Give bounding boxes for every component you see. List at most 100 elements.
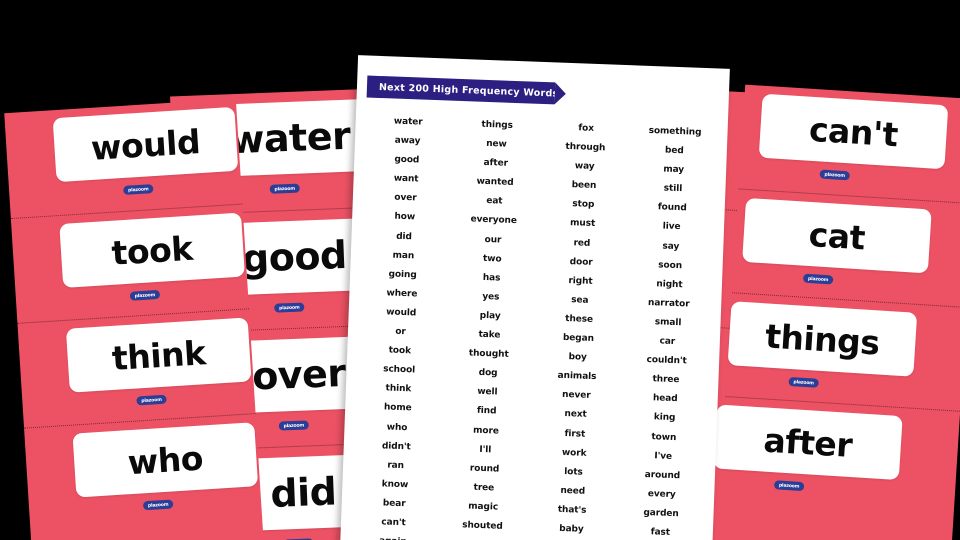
card-slot[interactable]: after plazoom [713,396,960,515]
word-item: wanted [476,176,514,189]
word-item: home [383,402,412,414]
word-item: these [565,313,594,325]
flashcard-word: cat [807,214,867,257]
word-item: car [659,336,676,348]
flashcard[interactable]: after [713,404,903,481]
word-item: red [573,237,591,249]
word-item: did [395,231,413,242]
plazoom-logo-text: plazoom [141,396,162,404]
word-item: boy [568,352,587,363]
word-item: something [648,125,702,138]
word-item: again [379,532,407,540]
flashcard[interactable]: cat [742,197,932,274]
plazoom-logo: plazoom [123,184,154,195]
flashcard[interactable]: can't [758,93,949,170]
word-item: work [561,447,587,459]
plazoom-logo-text: plazoom [283,422,305,429]
plazoom-logo: plazoom [819,169,850,181]
plazoom-logo: plazoom [142,499,174,511]
card-slot[interactable]: can't plazoom [739,85,960,204]
word-item: school [382,364,416,376]
flashcard-word: would [89,121,202,168]
word-item: shouted [462,520,503,532]
flashcard-word: took [110,228,194,273]
word-item: bed [664,145,684,157]
word-item: found [657,202,687,214]
flashcard[interactable]: who [72,422,259,498]
word-item: good [394,154,420,166]
card-slot[interactable]: would plazoom [4,99,242,218]
card-slot[interactable]: things plazoom [725,292,960,411]
word-item: man [392,250,415,262]
word-item: narrator [647,297,690,310]
word-item: first [564,428,586,440]
word-item: around [644,469,681,481]
word-item: king [653,412,676,424]
word-item: small [654,317,682,329]
flashcard[interactable]: things [727,301,918,377]
word-item: play [479,310,501,322]
flashcard-word: can't [808,109,899,154]
word-item: door [569,256,593,268]
flashcard[interactable]: would [52,106,239,183]
flashcard-sheet-left-front[interactable]: would plazoom took plazoom think plazoom… [4,98,265,540]
flashcard-word: water [228,113,352,163]
word-column-1: water away good want over how did man going where… [347,111,453,540]
sheet-inner: would plazoom took plazoom think plazoom… [4,99,264,540]
word-item: would [386,307,417,319]
word-item: that's [557,504,587,516]
word-item: tree [473,482,495,494]
word-item: still [663,183,683,195]
word-list-sheet[interactable]: Next 200 High Frequency Words water away g… [339,55,730,540]
flashcard-word: over [251,350,347,399]
word-item: live [662,221,681,233]
word-item: need [560,485,586,497]
word-item: never [561,390,591,402]
flashcard-word: who [126,438,205,482]
word-column-3: fox through way been stop must red door right sea… [524,118,630,540]
word-item: going [388,269,417,281]
flashcard-sheet-right-front[interactable]: can't plazoom cat plazoom things plazoom… [713,84,960,540]
word-item: yes [482,291,500,303]
plazoom-logo: plazoom [269,183,300,194]
word-item: can't [381,517,406,529]
card-slot[interactable]: think plazoom [17,308,256,428]
word-item: who [386,421,408,433]
flashcard[interactable]: took [59,212,245,288]
word-item: our [484,234,502,246]
word-item: away [394,135,421,147]
word-item: magic [468,501,499,513]
word-item: didn't [381,440,411,452]
word-column-4: something bed may still found live say soon nigh… [613,121,719,540]
card-slot[interactable]: took plazoom [10,203,249,323]
word-item: way [574,161,595,173]
word-item: after [483,158,509,169]
word-item: lots [564,466,583,478]
word-item: take [478,329,501,341]
word-item: more [472,425,499,437]
flashcard[interactable]: think [65,317,252,393]
word-list-banner: Next 200 High Frequency Words [366,75,559,105]
word-item: right [568,275,593,287]
card-slot[interactable]: who plazoom [24,413,263,533]
word-item: baby [559,523,584,535]
word-item: must [569,218,596,230]
card-slot[interactable]: cat plazoom [732,188,960,307]
word-item: things [481,119,514,131]
plazoom-logo-text: plazoom [778,482,800,490]
word-columns: water away good want over how did man going where… [347,111,720,540]
plazoom-logo: plazoom [136,394,167,406]
word-item: soon [658,259,683,271]
plazoom-logo-text: plazoom [134,291,156,299]
word-item: over [394,192,417,204]
word-item: I've [654,450,673,462]
word-item: ran [387,460,405,471]
word-item: night [656,279,683,290]
word-item: where [386,288,418,300]
plazoom-logo: plazoom [788,376,819,388]
flashcard-word: after [762,420,854,465]
plazoom-logo-text: plazoom [793,378,815,386]
word-item: want [393,173,419,185]
word-item: eat [486,196,503,207]
word-item: how [394,212,416,223]
